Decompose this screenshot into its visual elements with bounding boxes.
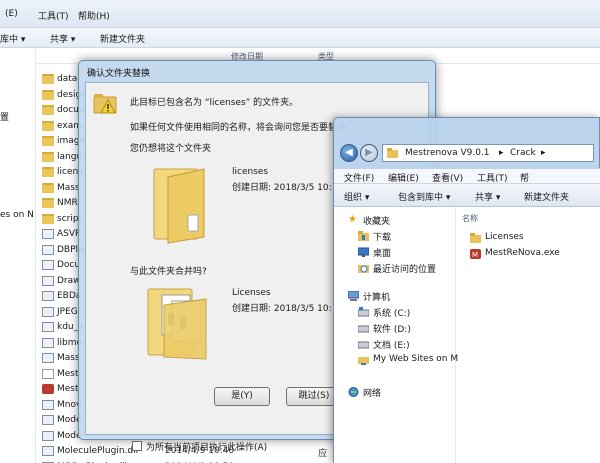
folder-icon [42,198,54,208]
system-drive-icon [358,307,369,317]
computer-icon [348,291,359,301]
drive-icon [358,341,369,349]
include-in-library-button[interactable]: 库中 ▾ [0,32,25,45]
menu-edit[interactable]: (E) [5,9,18,19]
share-button[interactable]: 共享 ▾ [50,32,75,45]
nav-item-web-sites-partial[interactable]: es on N [0,210,34,220]
dll-icon [42,430,54,441]
folder-icon [42,213,54,224]
folder-icon [42,182,54,193]
dll-icon [42,322,54,332]
folder-icon [387,148,398,158]
source-folder-icon[interactable] [144,283,214,361]
source-folder-date: 创建日期: 2018/3/5 10:3 [232,304,332,314]
arrow-right-icon: ▶ [365,147,373,158]
folder-icon [42,74,54,84]
yes-button[interactable]: 是(Y) [214,387,270,406]
downloads-folder-icon [358,231,369,241]
table-row[interactable]: MSG...Plugin.dll2014/4/9 10:50应 [40,460,340,463]
desktop-icon [358,247,369,257]
recent-places-icon [358,265,369,273]
file-name: Draw [57,275,81,286]
star-icon: ★ [348,214,357,225]
folder-icon [42,151,54,162]
target-folder-icon[interactable] [148,165,210,245]
foreground-toolbar: 组织 ▾ 包含到库中 ▾ 共享 ▾ 新建文件夹 [334,183,600,207]
dll-icon [42,260,54,270]
dll-icon [42,306,54,317]
folder-icon [42,120,54,131]
share-button[interactable]: 共享 ▾ [475,190,500,203]
merge-prompt: 与此文件夹合并吗? [130,267,207,277]
dll-icon [42,275,54,286]
forward-button[interactable]: ▶ [360,144,378,162]
dll-icon [42,337,54,348]
new-folder-button[interactable]: 新建文件夹 [100,32,145,45]
file-name: Mest [57,368,79,379]
dll-icon [42,353,54,363]
nav-item-partial[interactable]: 置 [0,110,9,123]
warning-folder-icon [93,94,117,114]
file-name: data [57,74,78,84]
file-name: ASVP [57,229,81,239]
doc-icon [42,368,54,379]
arrow-left-icon: ◀ [345,147,353,158]
breadcrumb-crack[interactable]: Crack [510,148,536,158]
background-toolbar: 库中 ▾ 共享 ▾ 新建文件夹 [0,28,600,48]
app-icon [42,384,54,394]
include-in-library-button[interactable]: 包含到库中 ▾ [398,190,450,203]
column-header-name[interactable]: 名称 [462,213,478,224]
back-button[interactable]: ◀ [340,144,358,162]
organize-button[interactable]: 组织 ▾ [344,190,369,203]
dialog-title: 确认文件夹替换 [87,69,151,79]
folder-icon [470,233,481,243]
file-name: JPEG [57,306,78,317]
breadcrumb-separator[interactable]: ▸ [499,148,504,158]
menu-tools[interactable]: 工具(T) [38,9,69,22]
file-name: Mass [57,353,80,363]
foreground-explorer-window: ◀ ▶ Mestrenova V9.0.1 ▸ Crack ▸ 文件(F) 编辑… [333,117,600,463]
file-type: 应 [318,449,328,459]
file-name: Mest [57,384,79,394]
foreground-menu-bar: 文件(F) 编辑(E) 查看(V) 工具(T) 帮 [334,168,600,184]
network-icon [348,387,359,397]
dll-icon [42,446,54,456]
apply-to-all-checkbox[interactable] [132,441,142,451]
address-bar[interactable]: Mestrenova V9.0.1 ▸ Crack ▸ [382,144,594,162]
background-navigation-pane: 置 es on N [0,48,36,463]
dialog-question: 您仍想将这个文件夹 [130,144,212,154]
file-name: MoleculePlugin.dll [57,446,139,456]
background-menu-bar: (E) 工具(T) 帮助(H) [0,0,600,28]
svg-text:M: M [472,251,478,259]
foreground-content: ★ 收藏夹 下载 桌面 最近访问的位置 计算机 系统 (C:) 软件 (D:) … [334,207,600,463]
network-folder-icon [358,357,369,365]
file-name: Mass [57,182,80,193]
breadcrumb-separator-end[interactable]: ▸ [541,148,546,158]
dialog-message: 此目标已包含名为 “licenses” 的文件夹。 [130,98,299,108]
breadcrumb-mestrenova[interactable]: Mestrenova V9.0.1 [405,148,490,158]
dll-icon [42,415,54,425]
navigation-tree: ★ 收藏夹 下载 桌面 最近访问的位置 计算机 系统 (C:) 软件 (D:) … [334,207,458,463]
target-folder-date: 创建日期: 2018/3/5 10:3 [232,183,332,193]
drive-icon [358,325,369,333]
file-name: NMR [57,198,78,208]
new-folder-button[interactable]: 新建文件夹 [524,190,569,203]
apply-to-all-label: 为所有当前项目执行此操作(A) [146,443,268,453]
folder-icon [42,136,54,146]
folder-icon [42,89,54,100]
navigation-bar: ◀ ▶ Mestrenova V9.0.1 ▸ Crack ▸ [334,118,600,162]
file-name: Docu [57,260,81,270]
file-list: 名称 Licenses M MestReNova.exe [462,213,560,259]
dll-icon [42,244,54,255]
folder-icon [42,167,54,177]
dll-icon [42,291,54,301]
folder-icon [42,105,54,115]
source-folder-name: Licenses [232,288,271,298]
dll-icon [42,229,54,239]
mestrenova-app-icon: M [470,249,481,259]
target-folder-name: licenses [232,167,269,177]
menu-help[interactable]: 帮助(H) [78,9,110,22]
dll-icon [42,399,54,410]
